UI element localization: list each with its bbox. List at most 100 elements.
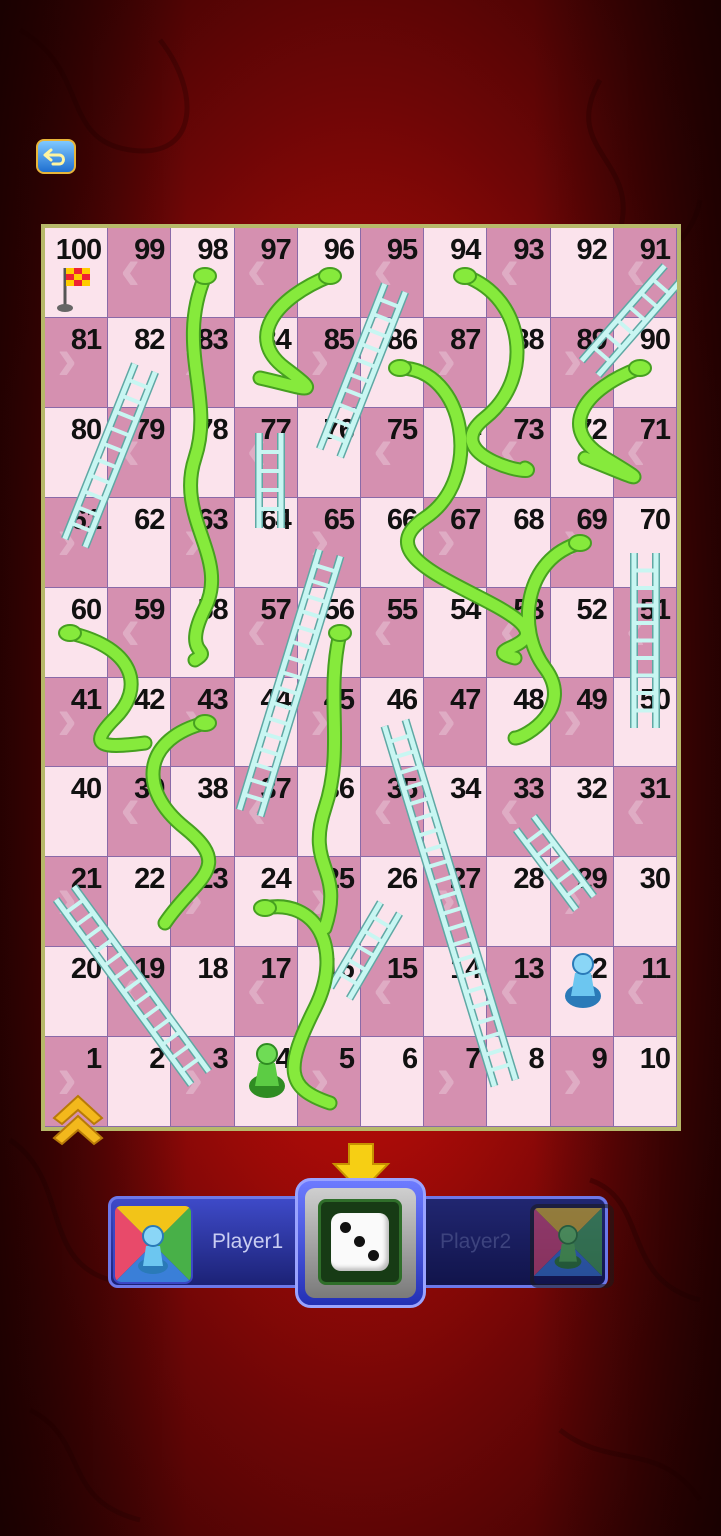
cell-number: 49 <box>576 683 608 716</box>
cell-number: 30 <box>639 863 671 896</box>
board-cell: 50 <box>613 677 677 768</box>
board-cell: 42 <box>108 677 172 768</box>
chevron-decoration-icon: › <box>309 1044 330 1112</box>
board-cell: › 43 <box>171 677 235 768</box>
cell-number: 83 <box>197 323 228 356</box>
cell-number: 11 <box>641 953 671 986</box>
cell-number: 50 <box>639 683 671 716</box>
board-cell: 24 <box>234 857 298 948</box>
cell-number: 75 <box>386 413 418 446</box>
board-cell: ‹ 11 <box>613 947 677 1038</box>
cell-number: 43 <box>197 683 228 716</box>
cell-number: 92 <box>576 234 608 266</box>
board-cell: 88 <box>487 317 551 408</box>
back-button[interactable] <box>36 139 76 174</box>
chevron-up-icon[interactable] <box>50 1090 106 1146</box>
board-cell: 64 <box>234 497 298 588</box>
board-cell: › 47 <box>424 677 488 768</box>
dice-button[interactable] <box>331 1213 389 1271</box>
dice-pip <box>368 1250 379 1261</box>
cell-number: 68 <box>513 503 544 536</box>
board-cell: 78 <box>171 407 235 498</box>
board-cell: 16 <box>297 947 361 1038</box>
board-cell: › 25 <box>297 857 361 948</box>
cell-number: 71 <box>639 413 671 446</box>
board-cell: 58 <box>171 587 235 678</box>
board-cell: 44 <box>234 677 298 768</box>
board-cell: › 69 <box>550 497 614 588</box>
cell-number: 100 <box>55 234 102 266</box>
player2-avatar <box>530 1204 614 1288</box>
cell-number: 72 <box>576 413 608 446</box>
board-cell: 26 <box>361 857 425 948</box>
board-cell: ‹ 19 <box>108 947 172 1038</box>
cell-number: 51 <box>639 593 671 626</box>
cell-number: 20 <box>70 953 102 986</box>
chevron-decoration-icon: › <box>562 1044 583 1112</box>
board-cell: ‹ 57 <box>234 587 298 678</box>
cell-number: 33 <box>513 773 544 806</box>
board-cell: 34 <box>424 767 488 858</box>
board-cell: › 41 <box>45 677 109 768</box>
board-cell: › 49 <box>550 677 614 768</box>
board-cell: 74 <box>424 407 488 498</box>
board-cell: ‹ 99 <box>108 228 172 318</box>
board-cell: 52 <box>550 587 614 678</box>
cell-number: 60 <box>70 593 102 626</box>
cell-number: 84 <box>260 323 292 356</box>
dice-pip <box>340 1222 351 1233</box>
board-cell: › 89 <box>550 317 614 408</box>
board-cell: › 85 <box>297 317 361 408</box>
board-cell: ‹ 37 <box>234 767 298 858</box>
board-cell: 70 <box>613 497 677 588</box>
cell-number: 80 <box>70 413 102 446</box>
cell-number: 74 <box>450 413 481 446</box>
board-cell: › 81 <box>45 317 109 408</box>
board-cell: ‹ 73 <box>487 407 551 498</box>
cell-number: 94 <box>450 234 481 266</box>
cell-number: 76 <box>323 413 355 446</box>
cell-number: 46 <box>386 683 418 716</box>
cell-number: 79 <box>134 413 165 446</box>
board-cell: › 7 <box>424 1037 488 1127</box>
cell-number: 15 <box>386 953 418 986</box>
cell-number: 52 <box>576 593 608 626</box>
undo-arrow-icon <box>43 148 65 165</box>
board-cell: 20 <box>45 947 109 1038</box>
player1-label: Player1 <box>212 1230 284 1253</box>
board-cell: › 5 <box>297 1037 361 1127</box>
board-cell: 68 <box>487 497 551 588</box>
board-cell: ‹ 33 <box>487 767 551 858</box>
cell-number: 99 <box>134 234 165 266</box>
cell-number: 59 <box>134 593 165 626</box>
board-cell: 10 <box>613 1037 677 1127</box>
cell-number: 45 <box>323 683 355 716</box>
board-cell: 66 <box>361 497 425 588</box>
cell-number: 64 <box>260 503 292 536</box>
cell-number: 37 <box>260 773 292 806</box>
board-cell: 84 <box>234 317 298 408</box>
cell-number: 63 <box>197 503 228 536</box>
cell-number: 32 <box>576 773 608 806</box>
cell-number: 91 <box>639 234 671 266</box>
cell-number: 78 <box>197 413 228 446</box>
board-cell: ‹ 35 <box>361 767 425 858</box>
board-cell: › 27 <box>424 857 488 948</box>
board-cell: 8 <box>487 1037 551 1127</box>
board-cell: › 67 <box>424 497 488 588</box>
cell-number: 89 <box>576 323 608 356</box>
cell-number: 55 <box>386 593 418 626</box>
board-cell: › 61 <box>45 497 109 588</box>
cell-number: 56 <box>323 593 355 626</box>
board-cell: 96 <box>297 228 361 318</box>
cell-number: 14 <box>450 953 481 986</box>
board-cell: ‹ 55 <box>361 587 425 678</box>
board-cell: 46 <box>361 677 425 768</box>
cell-number: 87 <box>450 323 481 356</box>
cell-number: 42 <box>134 683 165 716</box>
board-cell: ‹ 31 <box>613 767 677 858</box>
board-cell: ‹ 39 <box>108 767 172 858</box>
cell-number: 28 <box>513 863 544 896</box>
cell-number: 36 <box>323 773 355 806</box>
cell-number: 81 <box>70 323 102 356</box>
